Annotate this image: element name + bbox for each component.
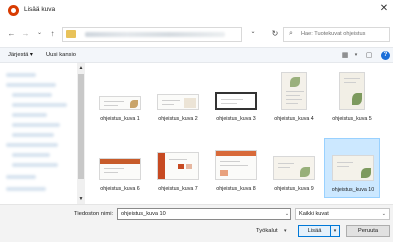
search-placeholder: Hae: Tuotekuvat ohjeistus <box>301 31 366 37</box>
navigation-pane[interactable] <box>0 63 88 204</box>
file-item[interactable]: ohjeistus_kuva 8 <box>208 138 264 198</box>
file-name: ohjeistus_kuva 6 <box>100 186 140 192</box>
app-icon <box>8 5 19 16</box>
file-thumbnail <box>156 72 200 112</box>
refresh-icon[interactable]: ↻ <box>268 27 282 41</box>
cancel-button[interactable]: Peruuta <box>346 225 390 237</box>
new-folder-button[interactable]: Uusi kansio <box>46 52 76 58</box>
search-icon: ⌕ <box>289 30 293 37</box>
file-thumbnail <box>331 143 375 183</box>
recent-locations-icon[interactable]: ⌄ <box>34 27 45 39</box>
file-type-select[interactable]: Kaikki kuvat ⌄ <box>295 208 390 220</box>
view-dropdown-icon[interactable]: ▾ <box>350 51 362 60</box>
nav-item[interactable] <box>6 175 36 179</box>
nav-item[interactable] <box>6 73 36 77</box>
close-icon[interactable]: ✕ <box>378 3 390 15</box>
address-path <box>85 32 225 37</box>
tools-dropdown-icon[interactable]: ▾ <box>284 228 287 234</box>
file-item[interactable]: ohjeistus_kuva 9 <box>266 138 322 198</box>
up-arrow-icon[interactable]: ↑ <box>47 28 58 40</box>
back-arrow-icon[interactable]: ← <box>6 28 17 40</box>
nav-item[interactable] <box>12 133 54 137</box>
file-name: ohjeistus_kuva 7 <box>158 186 198 192</box>
file-thumbnail <box>98 142 142 182</box>
scroll-up-icon[interactable]: ▲ <box>77 64 85 72</box>
address-dropdown-icon[interactable]: ⌄ <box>248 25 258 39</box>
file-name: ohjeistus_kuva 8 <box>216 186 256 192</box>
filename-input[interactable] <box>117 208 291 220</box>
file-item[interactable]: ohjeistus_kuva 7 <box>150 138 206 198</box>
file-thumbnail <box>272 142 316 182</box>
insert-button[interactable]: Lisää <box>298 225 331 237</box>
file-thumbnail <box>214 142 258 182</box>
nav-item[interactable] <box>12 113 47 117</box>
folder-icon <box>66 30 76 38</box>
preview-pane-icon[interactable]: ▢ <box>363 51 375 60</box>
insert-options-button[interactable]: ▾ <box>331 225 340 237</box>
filename-dropdown-icon[interactable]: ⌄ <box>283 208 291 220</box>
nav-item[interactable] <box>12 93 52 97</box>
help-icon[interactable]: ? <box>381 51 390 60</box>
nav-item[interactable] <box>12 153 50 157</box>
file-item[interactable]: ohjeistus_kuva 2 <box>150 68 206 128</box>
file-item[interactable]: ohjeistus_kuva 3 <box>208 68 264 128</box>
nav-item[interactable] <box>6 187 46 191</box>
nav-item[interactable] <box>6 143 58 147</box>
scroll-down-icon[interactable]: ▼ <box>77 195 85 203</box>
file-item[interactable]: ohjeistus_kuva 4 <box>266 68 322 128</box>
filename-label: Tiedoston nimi: <box>74 211 114 217</box>
title-bar: Lisää kuva ✕ <box>0 0 393 20</box>
tools-button[interactable]: Työkalut <box>256 228 278 234</box>
file-name: ohjeistus_kuva 3 <box>216 116 256 122</box>
file-thumbnail <box>330 72 374 112</box>
address-bar[interactable] <box>62 27 242 42</box>
forward-arrow-icon[interactable]: → <box>20 28 31 40</box>
file-item[interactable]: ohjeistus_kuva 1 <box>92 68 148 128</box>
file-name: ohjeistus_kuva 2 <box>158 116 198 122</box>
window-title: Lisää kuva <box>24 6 56 13</box>
nav-scrollbar-thumb[interactable] <box>78 74 84 179</box>
organize-button[interactable]: Järjestä ▾ <box>8 52 33 58</box>
file-grid: ohjeistus_kuva 1 ohjeistus_kuva 2 ohjeis… <box>90 66 390 202</box>
file-item-selected[interactable]: ohjeistus_kuva 10 <box>324 138 380 198</box>
file-item[interactable]: ohjeistus_kuva 6 <box>92 138 148 198</box>
file-thumbnail <box>214 72 258 112</box>
file-item[interactable]: ohjeistus_kuva 5 <box>324 68 380 128</box>
command-bar: Järjestä ▾ Uusi kansio ▦ ▾ ▢ ? <box>0 47 393 63</box>
nav-item[interactable] <box>6 83 56 87</box>
file-name: ohjeistus_kuva 4 <box>274 116 314 122</box>
file-thumbnail <box>98 72 142 112</box>
file-name: ohjeistus_kuva 9 <box>274 186 314 192</box>
file-thumbnail <box>156 142 200 182</box>
nav-item[interactable] <box>12 103 67 107</box>
file-name: ohjeistus_kuva 10 <box>331 187 375 193</box>
file-name: ohjeistus_kuva 5 <box>332 116 372 122</box>
nav-item[interactable] <box>12 123 60 127</box>
file-type-value: Kaikki kuvat <box>299 211 329 217</box>
chevron-down-icon: ⌄ <box>381 211 386 217</box>
file-name: ohjeistus_kuva 1 <box>100 116 140 122</box>
nav-item[interactable] <box>12 163 58 167</box>
search-input[interactable]: ⌕ Hae: Tuotekuvat ohjeistus <box>283 27 390 42</box>
file-thumbnail <box>272 72 316 112</box>
